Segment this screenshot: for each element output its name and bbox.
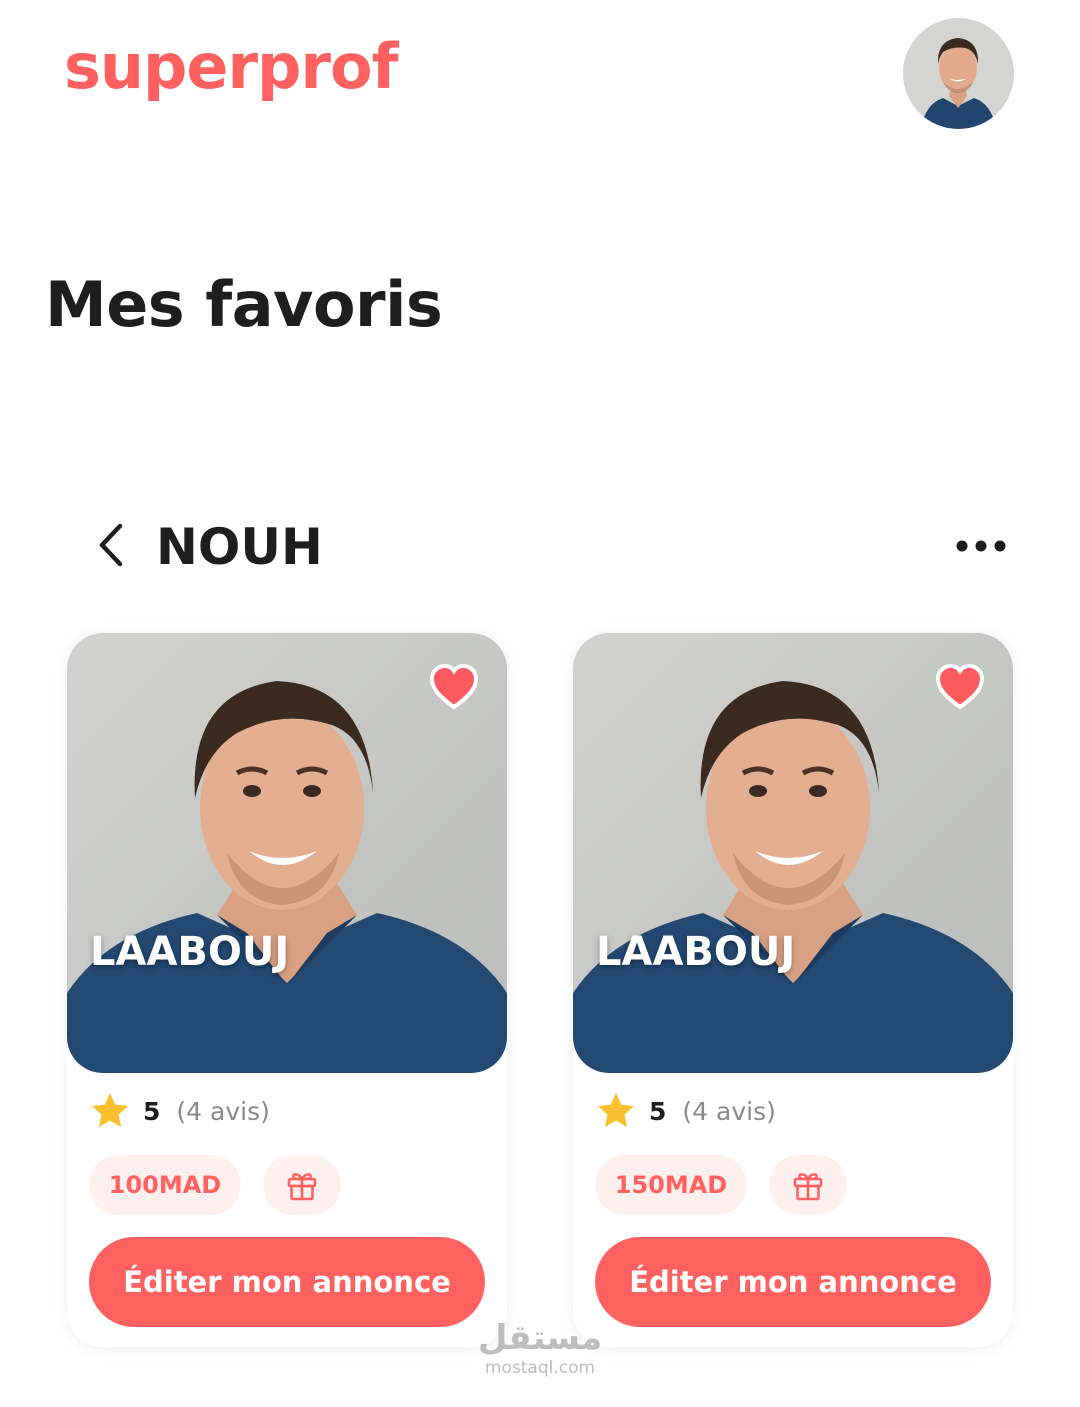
tutor-card[interactable]: LAABOUJ 5 (4 avis) 100MAD Éditer mon ann… bbox=[67, 633, 507, 1347]
gift-button[interactable] bbox=[263, 1155, 341, 1215]
rating-value: 5 bbox=[649, 1096, 667, 1126]
tutor-name: LAABOUJ bbox=[90, 929, 290, 975]
tutor-name: LAABOUJ bbox=[596, 929, 796, 975]
edit-listing-button[interactable]: Éditer mon annonce bbox=[89, 1237, 485, 1327]
more-options-button[interactable] bbox=[948, 526, 1014, 566]
rating-row: 5 (4 avis) bbox=[595, 1089, 776, 1133]
more-horizontal-icon bbox=[956, 540, 1006, 552]
favorite-button[interactable] bbox=[427, 661, 481, 715]
watermark-arabic: مستقل bbox=[477, 1318, 603, 1358]
favorites-page: superprof Mes favoris NOUH LAABOUJ 5 (4 … bbox=[0, 0, 1080, 1407]
tutor-photo: LAABOUJ bbox=[573, 633, 1013, 1073]
chevron-left-icon bbox=[99, 523, 123, 567]
price-badge: 100MAD bbox=[89, 1155, 241, 1215]
superprof-logo[interactable]: superprof bbox=[64, 30, 399, 103]
gift-icon bbox=[793, 1173, 823, 1201]
watermark-url: mostaql.com bbox=[484, 1358, 596, 1378]
price-badge: 150MAD bbox=[595, 1155, 747, 1215]
heart-icon bbox=[935, 663, 985, 710]
back-button[interactable] bbox=[92, 520, 132, 570]
star-icon bbox=[92, 1093, 128, 1127]
rating-row: 5 (4 avis) bbox=[89, 1089, 270, 1133]
section-title: NOUH bbox=[156, 518, 323, 576]
user-avatar[interactable] bbox=[903, 18, 1014, 129]
edit-listing-button[interactable]: Éditer mon annonce bbox=[595, 1237, 991, 1327]
tutor-photo: LAABOUJ bbox=[67, 633, 507, 1073]
tutor-card[interactable]: LAABOUJ 5 (4 avis) 150MAD Éditer mon ann… bbox=[573, 633, 1013, 1347]
review-count: (4 avis) bbox=[682, 1096, 776, 1126]
user-avatar-image bbox=[903, 18, 1014, 129]
gift-button[interactable] bbox=[769, 1155, 847, 1215]
favorite-button[interactable] bbox=[933, 661, 987, 715]
gift-icon bbox=[287, 1173, 317, 1201]
watermark: مستقل mostaql.com bbox=[470, 1318, 610, 1378]
page-title: Mes favoris bbox=[45, 268, 443, 341]
rating-value: 5 bbox=[143, 1096, 161, 1126]
heart-icon bbox=[429, 663, 479, 710]
star-icon bbox=[598, 1093, 634, 1127]
review-count: (4 avis) bbox=[176, 1096, 270, 1126]
